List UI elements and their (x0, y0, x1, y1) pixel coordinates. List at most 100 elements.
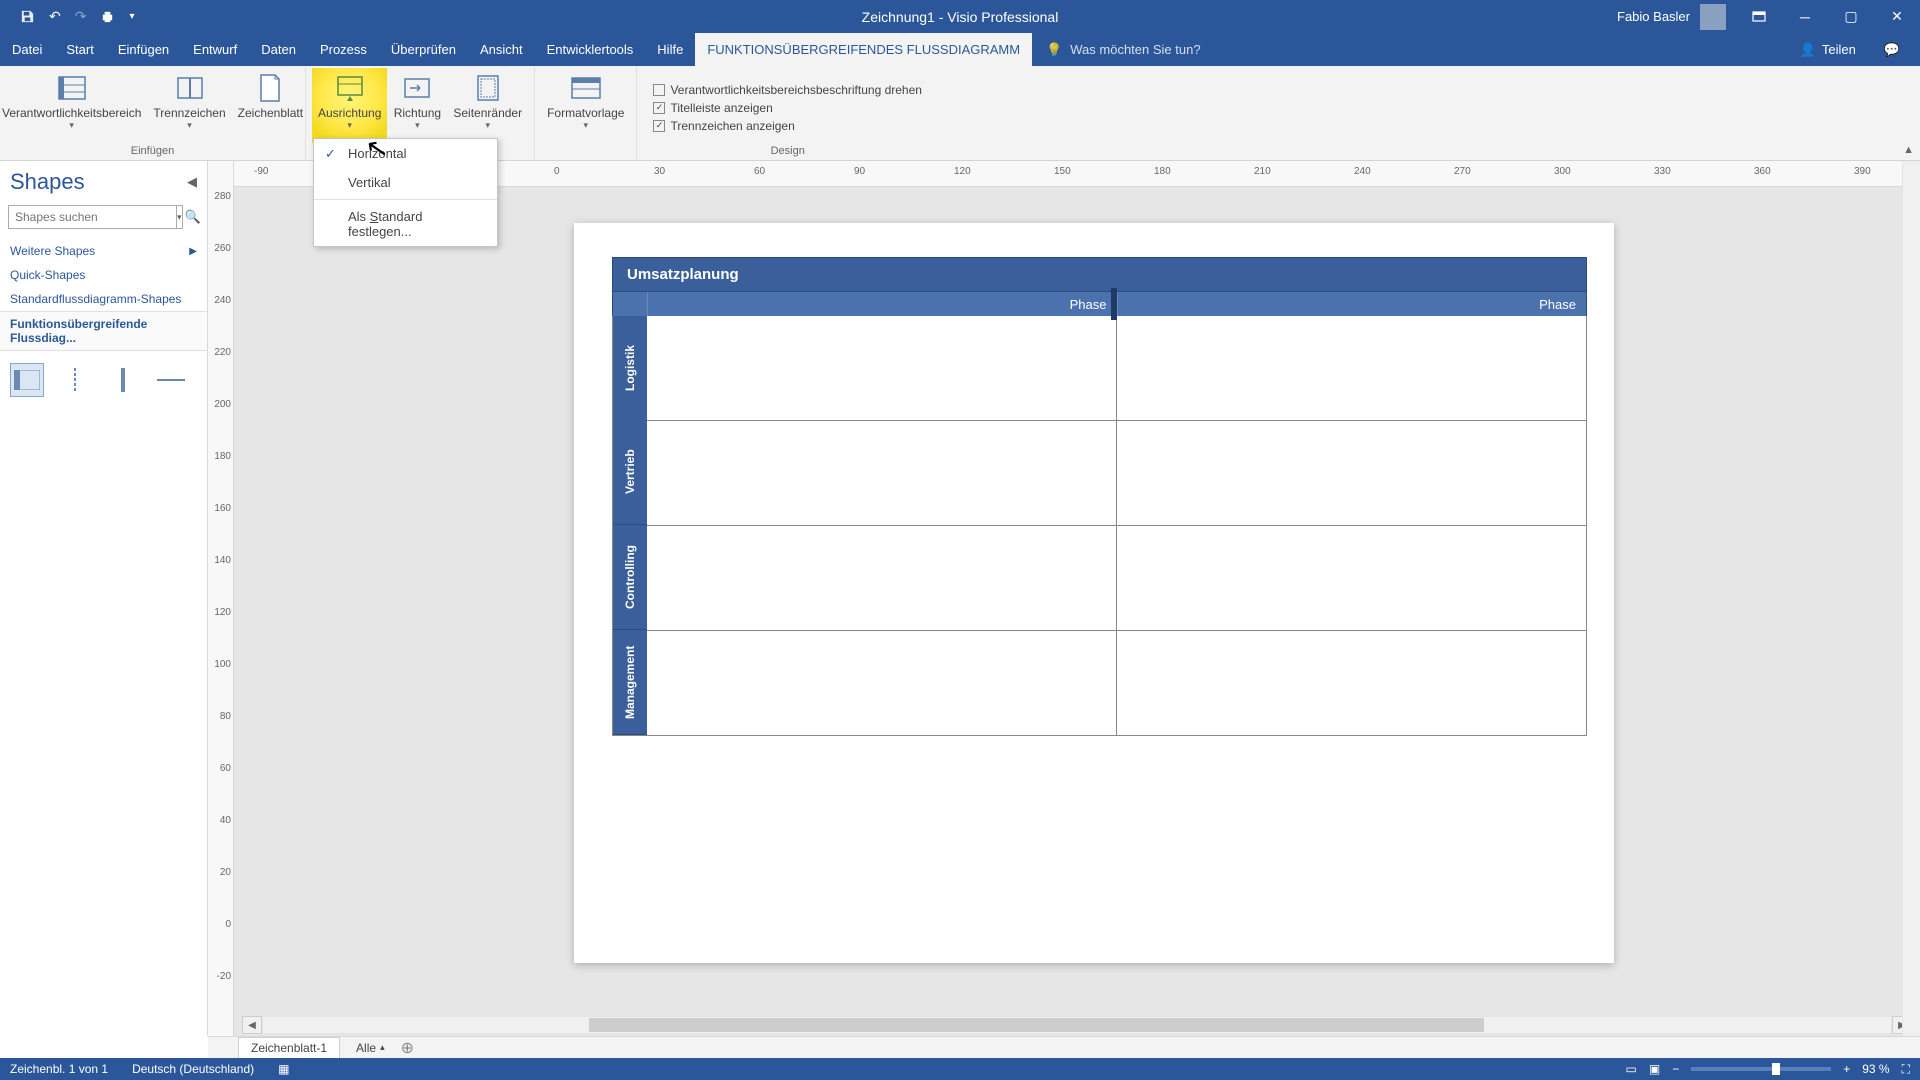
maximize-icon[interactable]: ▢ (1828, 0, 1874, 33)
phase-2[interactable]: Phase (1117, 292, 1587, 316)
redo-icon[interactable]: ↷ (75, 8, 87, 25)
scroll-thumb[interactable] (589, 1018, 1484, 1032)
lane-cell[interactable] (1116, 631, 1586, 735)
close-icon[interactable]: ✕ (1874, 0, 1920, 33)
lane-head-1[interactable]: Logistik (613, 316, 647, 420)
lane-cell[interactable] (647, 631, 1116, 735)
stencil-sep-v2[interactable] (106, 363, 140, 397)
tab-daten[interactable]: Daten (249, 33, 308, 66)
account-button[interactable]: Fabio Basler (1607, 4, 1736, 30)
chk-titlebar[interactable]: ✓Titelleiste anzeigen (653, 99, 921, 117)
cff-title[interactable]: Umsatzplanung (612, 257, 1587, 292)
cat-funktions[interactable]: Funktionsübergreifende Flussdiag... (0, 311, 207, 351)
ribbon-zeichenblatt[interactable]: Zeichenblatt (232, 68, 309, 143)
search-icon[interactable]: 🔍 (185, 205, 201, 229)
ribbon-label: Seitenränder (453, 106, 522, 120)
avatar (1700, 4, 1726, 30)
collapse-ribbon-icon[interactable]: ▲ (1903, 144, 1914, 156)
vertical-ruler: 280260240220200180160140120100806040200-… (208, 161, 234, 1036)
ribbon-ausrichtung[interactable]: Ausrichtung▾ (312, 68, 387, 143)
stencil-sep-v[interactable] (58, 363, 92, 397)
minimize-icon[interactable]: ─ (1782, 0, 1828, 33)
dd-standard[interactable]: Als Standard festlegen... (314, 202, 497, 246)
lane-cell[interactable] (647, 421, 1116, 525)
cat-standard[interactable]: Standardflussdiagramm-Shapes (0, 287, 207, 311)
cross-functional-flowchart[interactable]: Umsatzplanung Phase Phase Logistik Vertr… (612, 257, 1587, 736)
ribbon-group-label: Design (771, 143, 805, 160)
fit-page-icon[interactable]: ▣ (1649, 1062, 1660, 1076)
tab-start[interactable]: Start (54, 33, 105, 66)
qat-more-icon[interactable]: ▾ (129, 11, 134, 22)
tab-datei[interactable]: Datei (0, 33, 54, 66)
ribbon-label: Zeichenblatt (238, 106, 303, 120)
fit-window-icon[interactable]: ⛶ (1902, 1062, 1910, 1077)
page-tab-1[interactable]: Zeichenblatt-1 (238, 1037, 340, 1058)
drawing-page[interactable]: Umsatzplanung Phase Phase Logistik Vertr… (574, 223, 1614, 963)
zoom-thumb[interactable] (1772, 1063, 1780, 1075)
lane-head-3[interactable]: Controlling (613, 525, 647, 630)
save-icon[interactable] (20, 9, 35, 24)
margins-icon (472, 72, 504, 104)
macro-icon[interactable]: ▦ (278, 1062, 289, 1076)
share-label: Teilen (1822, 42, 1856, 57)
zoom-value[interactable]: 93 % (1862, 1062, 1889, 1076)
tab-funktionsuebergreifendes[interactable]: FUNKTIONSÜBERGREIFENDES FLUSSDIAGRAMM (695, 33, 1032, 66)
chk-separators[interactable]: ✓Trennzeichen anzeigen (653, 117, 921, 135)
zoom-slider[interactable] (1691, 1067, 1831, 1071)
ribbon-group-label: Einfügen (131, 143, 174, 160)
ribbon-verantwortlichkeitsbereich[interactable]: Verantwortlichkeitsbereich▾ (0, 68, 147, 143)
ribbon-formatvorlage[interactable]: Formatvorlage▾ (541, 68, 630, 143)
tab-ueberpruefen[interactable]: Überprüfen (379, 33, 468, 66)
lane-cell[interactable] (1116, 421, 1586, 525)
tab-entwurf[interactable]: Entwurf (181, 33, 249, 66)
user-name: Fabio Basler (1617, 9, 1690, 24)
page-tab-all[interactable]: Alle▴ (350, 1041, 391, 1055)
comments-icon[interactable]: 💬 (1874, 42, 1910, 58)
collapse-shapes-icon[interactable]: ◀ (187, 174, 197, 190)
search-dd-icon[interactable]: ▾ (177, 205, 183, 229)
share-button[interactable]: 👤 Teilen (1788, 42, 1868, 58)
shapes-search: ▾ 🔍 (8, 205, 199, 229)
tab-ansicht[interactable]: Ansicht (468, 33, 535, 66)
print-icon[interactable] (100, 9, 115, 24)
ribbon-trennzeichen[interactable]: Trennzeichen▾ (147, 68, 231, 143)
dd-vertikal[interactable]: Vertikal (314, 168, 497, 197)
lane-head-2[interactable]: Vertrieb (613, 420, 647, 525)
tell-me[interactable]: 💡 Was möchten Sie tun? (1032, 33, 1215, 66)
language-indicator[interactable]: Deutsch (Deutschland) (132, 1062, 254, 1076)
dd-horizontal[interactable]: Horizontal (314, 139, 497, 168)
lane-cell[interactable] (1116, 316, 1586, 420)
phase-1[interactable]: Phase (647, 292, 1117, 316)
lane-cell[interactable] (1116, 526, 1586, 630)
scroll-track[interactable] (262, 1016, 1892, 1034)
search-input[interactable] (8, 205, 177, 229)
zoom-out-icon[interactable]: − (1672, 1062, 1679, 1076)
scroll-left-icon[interactable]: ◀ (242, 1016, 262, 1034)
canvas[interactable]: Umsatzplanung Phase Phase Logistik Vertr… (234, 187, 1920, 1014)
undo-icon[interactable]: ↶ (49, 8, 61, 25)
cat-quick[interactable]: Quick-Shapes (0, 263, 207, 287)
presentation-icon[interactable]: ▭ (1626, 1062, 1637, 1076)
status-bar: Zeichenbl. 1 von 1 Deutsch (Deutschland)… (0, 1058, 1920, 1080)
tab-hilfe[interactable]: Hilfe (645, 33, 695, 66)
ribbon-display-icon[interactable] (1736, 0, 1782, 33)
lane-head-4[interactable]: Management (613, 630, 647, 735)
lane-cell[interactable] (647, 526, 1116, 630)
stencil-swimlane[interactable] (10, 363, 44, 397)
shapes-title: Shapes (10, 169, 85, 195)
tab-entwicklertools[interactable]: Entwicklertools (535, 33, 646, 66)
lane-cell[interactable] (647, 316, 1116, 420)
cat-weitere[interactable]: Weitere Shapes▶ (0, 239, 207, 263)
ribbon: Verantwortlichkeitsbereich▾ Trennzeichen… (0, 66, 1920, 161)
zoom-in-icon[interactable]: + (1843, 1062, 1850, 1076)
tab-prozess[interactable]: Prozess (308, 33, 379, 66)
stencil-sep-h[interactable] (154, 363, 188, 397)
ribbon-seitenraender[interactable]: Seitenränder▾ (447, 68, 528, 143)
h-scrollbar[interactable]: ◀ ▶ (242, 1014, 1912, 1036)
new-page-icon[interactable]: ⊕ (401, 1038, 414, 1058)
tab-einfuegen[interactable]: Einfügen (106, 33, 181, 66)
ribbon-richtung[interactable]: Richtung▾ (387, 68, 447, 143)
chk-rotate-label[interactable]: Verantwortlichkeitsbereichsbeschriftung … (653, 81, 921, 99)
ribbon-label: Trennzeichen (153, 106, 225, 120)
v-scrollbar[interactable] (1902, 161, 1920, 1036)
